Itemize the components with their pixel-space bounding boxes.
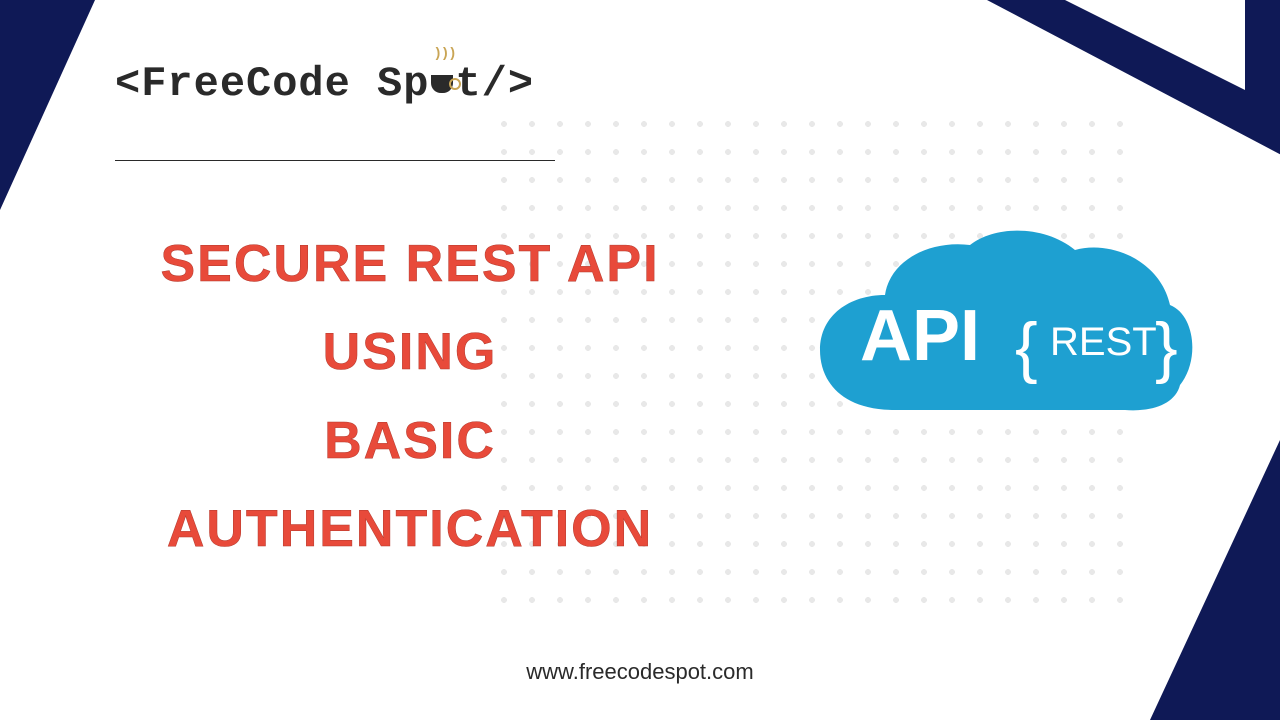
corner-top-left-triangle (0, 0, 95, 210)
headline-line-3: Basic Authentication (100, 397, 720, 574)
svg-text:}: } (1155, 309, 1178, 385)
svg-text:{: { (1015, 309, 1038, 385)
cloud-api-text: API (860, 296, 980, 376)
brand-logo: <FreeCode Sp)))t/> (115, 60, 534, 108)
cloud-rest-text: REST (1050, 320, 1157, 364)
headline-line-2: USING (100, 308, 720, 396)
coffee-cup-icon: ))) (429, 60, 455, 108)
api-rest-cloud-icon: API { REST } (800, 230, 1200, 460)
logo-prefix: <FreeCode Sp (115, 60, 429, 108)
footer-url: www.freecodespot.com (0, 659, 1280, 685)
logo-divider (115, 160, 555, 161)
headline-block: Secure REST API USING Basic Authenticati… (100, 220, 720, 574)
headline-line-1: Secure REST API (100, 220, 720, 308)
logo-suffix: t/> (455, 60, 534, 108)
